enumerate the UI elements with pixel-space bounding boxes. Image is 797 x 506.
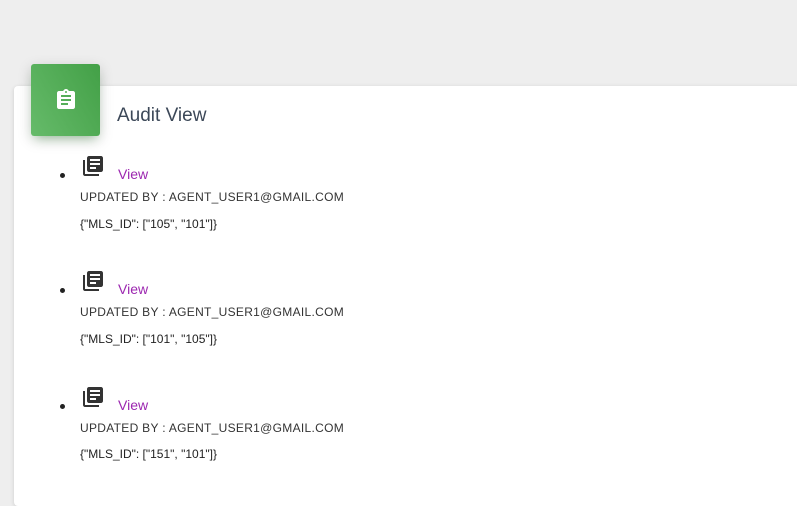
library-books-icon [83,387,103,407]
list-bullet [60,288,65,293]
card-title: Audit View [117,105,207,126]
updated-by-value: AGENT_USER1@GMAIL.COM [168,305,345,319]
updated-by-label: UPDATED BY : [80,421,166,435]
library-books-icon [83,271,103,291]
audit-payload: {"MLS_ID": ["105", "101"]} [80,217,217,231]
view-link[interactable]: View [118,281,148,297]
view-link[interactable]: View [118,166,148,182]
audit-payload: {"MLS_ID": ["101", "105"]} [80,332,217,346]
updated-by-line: UPDATED BY : AGENT_USER1@GMAIL.COM [80,190,344,204]
updated-by-value: AGENT_USER1@GMAIL.COM [168,190,345,204]
list-bullet [60,404,65,409]
audit-entry: View UPDATED BY : AGENT_USER1@GMAIL.COM … [60,0,460,461]
updated-by-value: AGENT_USER1@GMAIL.COM [168,421,345,435]
updated-by-label: UPDATED BY : [80,305,166,319]
library-books-icon [83,156,103,176]
view-link[interactable]: View [118,397,148,413]
updated-by-line: UPDATED BY : AGENT_USER1@GMAIL.COM [80,305,344,319]
updated-by-line: UPDATED BY : AGENT_USER1@GMAIL.COM [80,421,344,435]
list-bullet [60,173,65,178]
audit-payload: {"MLS_ID": ["151", "101"]} [80,447,217,461]
updated-by-label: UPDATED BY : [80,190,166,204]
